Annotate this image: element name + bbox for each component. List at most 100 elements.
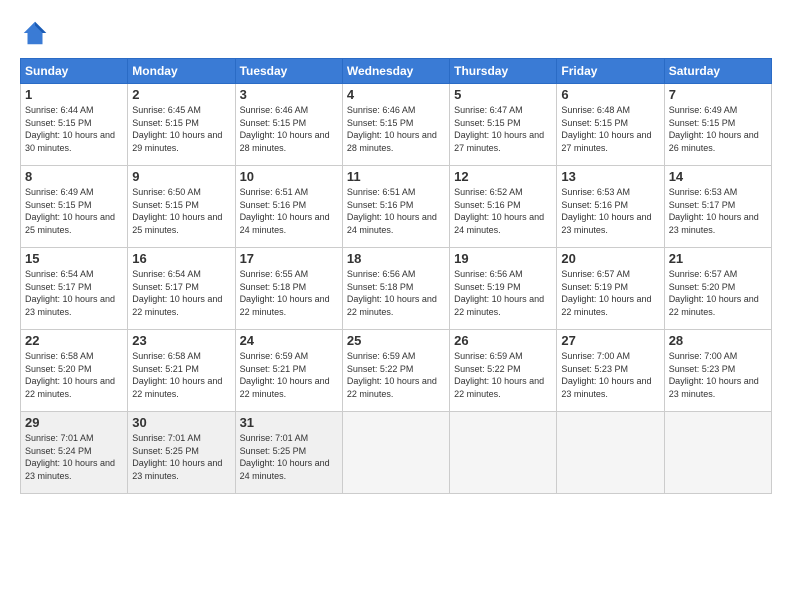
day-cell: 14 Sunrise: 6:53 AMSunset: 5:17 PMDayligh… <box>664 166 771 248</box>
week-row-3: 15 Sunrise: 6:54 AMSunset: 5:17 PMDayligh… <box>21 248 772 330</box>
day-cell: 13Sunrise: 6:53 AMSunset: 5:16 PMDayligh… <box>557 166 664 248</box>
day-number: 13 <box>561 169 659 184</box>
day-info: Sunrise: 7:01 AMSunset: 5:25 PMDaylight:… <box>240 433 330 481</box>
day-number: 17 <box>240 251 338 266</box>
day-info: Sunrise: 6:59 AMSunset: 5:22 PMDaylight:… <box>347 351 437 399</box>
day-number: 16 <box>132 251 230 266</box>
day-cell <box>664 412 771 494</box>
header <box>20 18 772 48</box>
day-info: Sunrise: 6:49 AMSunset: 5:15 PMDaylight:… <box>25 187 115 235</box>
day-cell: 5 Sunrise: 6:47 AMSunset: 5:15 PMDaylight… <box>450 84 557 166</box>
day-info: Sunrise: 6:53 AMSunset: 5:17 PMDaylight:… <box>669 187 759 235</box>
day-cell: 16 Sunrise: 6:54 AMSunset: 5:17 PMDayligh… <box>128 248 235 330</box>
day-cell <box>342 412 449 494</box>
col-header-friday: Friday <box>557 59 664 84</box>
day-cell: 26 Sunrise: 6:59 AMSunset: 5:22 PMDayligh… <box>450 330 557 412</box>
day-cell: 7 Sunrise: 6:49 AMSunset: 5:15 PMDaylight… <box>664 84 771 166</box>
day-number: 25 <box>347 333 445 348</box>
day-cell: 1 Sunrise: 6:44 AMSunset: 5:15 PMDaylight… <box>21 84 128 166</box>
day-number: 8 <box>25 169 123 184</box>
day-cell: 11 Sunrise: 6:51 AMSunset: 5:16 PMDayligh… <box>342 166 449 248</box>
calendar-table: SundayMondayTuesdayWednesdayThursdayFrid… <box>20 58 772 494</box>
day-info: Sunrise: 6:54 AMSunset: 5:17 PMDaylight:… <box>25 269 115 317</box>
day-cell: 6 Sunrise: 6:48 AMSunset: 5:15 PMDaylight… <box>557 84 664 166</box>
day-info: Sunrise: 6:46 AMSunset: 5:15 PMDaylight:… <box>240 105 330 153</box>
col-header-monday: Monday <box>128 59 235 84</box>
day-number: 9 <box>132 169 230 184</box>
logo-icon <box>20 18 50 48</box>
day-number: 27 <box>561 333 659 348</box>
header-row: SundayMondayTuesdayWednesdayThursdayFrid… <box>21 59 772 84</box>
day-info: Sunrise: 6:54 AMSunset: 5:17 PMDaylight:… <box>132 269 222 317</box>
day-number: 30 <box>132 415 230 430</box>
week-row-1: 1 Sunrise: 6:44 AMSunset: 5:15 PMDaylight… <box>21 84 772 166</box>
day-cell: 24Sunrise: 6:59 AMSunset: 5:21 PMDayligh… <box>235 330 342 412</box>
day-number: 14 <box>669 169 767 184</box>
day-number: 19 <box>454 251 552 266</box>
day-cell <box>557 412 664 494</box>
day-info: Sunrise: 7:00 AMSunset: 5:23 PMDaylight:… <box>561 351 651 399</box>
day-number: 21 <box>669 251 767 266</box>
day-info: Sunrise: 6:55 AMSunset: 5:18 PMDaylight:… <box>240 269 330 317</box>
day-cell: 29 Sunrise: 7:01 AMSunset: 5:24 PMDayligh… <box>21 412 128 494</box>
day-number: 5 <box>454 87 552 102</box>
day-number: 29 <box>25 415 123 430</box>
day-info: Sunrise: 6:47 AMSunset: 5:15 PMDaylight:… <box>454 105 544 153</box>
day-cell: 25 Sunrise: 6:59 AMSunset: 5:22 PMDayligh… <box>342 330 449 412</box>
day-number: 22 <box>25 333 123 348</box>
col-header-wednesday: Wednesday <box>342 59 449 84</box>
col-header-sunday: Sunday <box>21 59 128 84</box>
day-info: Sunrise: 6:50 AMSunset: 5:15 PMDaylight:… <box>132 187 222 235</box>
day-info: Sunrise: 6:56 AMSunset: 5:19 PMDaylight:… <box>454 269 544 317</box>
day-cell: 8 Sunrise: 6:49 AMSunset: 5:15 PMDaylight… <box>21 166 128 248</box>
logo <box>20 18 54 48</box>
day-info: Sunrise: 6:51 AMSunset: 5:16 PMDaylight:… <box>240 187 330 235</box>
day-cell: 30 Sunrise: 7:01 AMSunset: 5:25 PMDayligh… <box>128 412 235 494</box>
day-cell: 21Sunrise: 6:57 AMSunset: 5:20 PMDayligh… <box>664 248 771 330</box>
day-number: 12 <box>454 169 552 184</box>
day-info: Sunrise: 6:57 AMSunset: 5:19 PMDaylight:… <box>561 269 651 317</box>
day-info: Sunrise: 6:56 AMSunset: 5:18 PMDaylight:… <box>347 269 437 317</box>
day-cell: 17 Sunrise: 6:55 AMSunset: 5:18 PMDayligh… <box>235 248 342 330</box>
day-cell: 3 Sunrise: 6:46 AMSunset: 5:15 PMDaylight… <box>235 84 342 166</box>
day-info: Sunrise: 6:48 AMSunset: 5:15 PMDaylight:… <box>561 105 651 153</box>
day-number: 20 <box>561 251 659 266</box>
day-cell <box>450 412 557 494</box>
day-number: 23 <box>132 333 230 348</box>
week-row-2: 8 Sunrise: 6:49 AMSunset: 5:15 PMDaylight… <box>21 166 772 248</box>
day-cell: 23 Sunrise: 6:58 AMSunset: 5:21 PMDayligh… <box>128 330 235 412</box>
day-number: 6 <box>561 87 659 102</box>
day-info: Sunrise: 7:01 AMSunset: 5:24 PMDaylight:… <box>25 433 115 481</box>
week-row-5: 29 Sunrise: 7:01 AMSunset: 5:24 PMDayligh… <box>21 412 772 494</box>
day-info: Sunrise: 6:44 AMSunset: 5:15 PMDaylight:… <box>25 105 115 153</box>
day-number: 28 <box>669 333 767 348</box>
day-number: 4 <box>347 87 445 102</box>
col-header-thursday: Thursday <box>450 59 557 84</box>
day-cell: 10Sunrise: 6:51 AMSunset: 5:16 PMDayligh… <box>235 166 342 248</box>
day-cell: 27 Sunrise: 7:00 AMSunset: 5:23 PMDayligh… <box>557 330 664 412</box>
day-number: 18 <box>347 251 445 266</box>
day-number: 11 <box>347 169 445 184</box>
day-cell: 4 Sunrise: 6:46 AMSunset: 5:15 PMDaylight… <box>342 84 449 166</box>
day-info: Sunrise: 6:51 AMSunset: 5:16 PMDaylight:… <box>347 187 437 235</box>
day-number: 1 <box>25 87 123 102</box>
day-number: 26 <box>454 333 552 348</box>
day-number: 3 <box>240 87 338 102</box>
day-number: 24 <box>240 333 338 348</box>
week-row-4: 22Sunrise: 6:58 AMSunset: 5:20 PMDayligh… <box>21 330 772 412</box>
day-info: Sunrise: 6:46 AMSunset: 5:15 PMDaylight:… <box>347 105 437 153</box>
day-cell: 19 Sunrise: 6:56 AMSunset: 5:19 PMDayligh… <box>450 248 557 330</box>
day-cell: 28 Sunrise: 7:00 AMSunset: 5:23 PMDayligh… <box>664 330 771 412</box>
day-info: Sunrise: 6:49 AMSunset: 5:15 PMDaylight:… <box>669 105 759 153</box>
day-number: 7 <box>669 87 767 102</box>
day-cell: 20 Sunrise: 6:57 AMSunset: 5:19 PMDayligh… <box>557 248 664 330</box>
day-number: 15 <box>25 251 123 266</box>
day-info: Sunrise: 6:58 AMSunset: 5:21 PMDaylight:… <box>132 351 222 399</box>
day-cell: 22Sunrise: 6:58 AMSunset: 5:20 PMDayligh… <box>21 330 128 412</box>
day-info: Sunrise: 6:59 AMSunset: 5:22 PMDaylight:… <box>454 351 544 399</box>
day-number: 2 <box>132 87 230 102</box>
day-cell: 31Sunrise: 7:01 AMSunset: 5:25 PMDayligh… <box>235 412 342 494</box>
day-info: Sunrise: 7:01 AMSunset: 5:25 PMDaylight:… <box>132 433 222 481</box>
day-cell: 2Sunrise: 6:45 AMSunset: 5:15 PMDaylight… <box>128 84 235 166</box>
day-info: Sunrise: 7:00 AMSunset: 5:23 PMDaylight:… <box>669 351 759 399</box>
